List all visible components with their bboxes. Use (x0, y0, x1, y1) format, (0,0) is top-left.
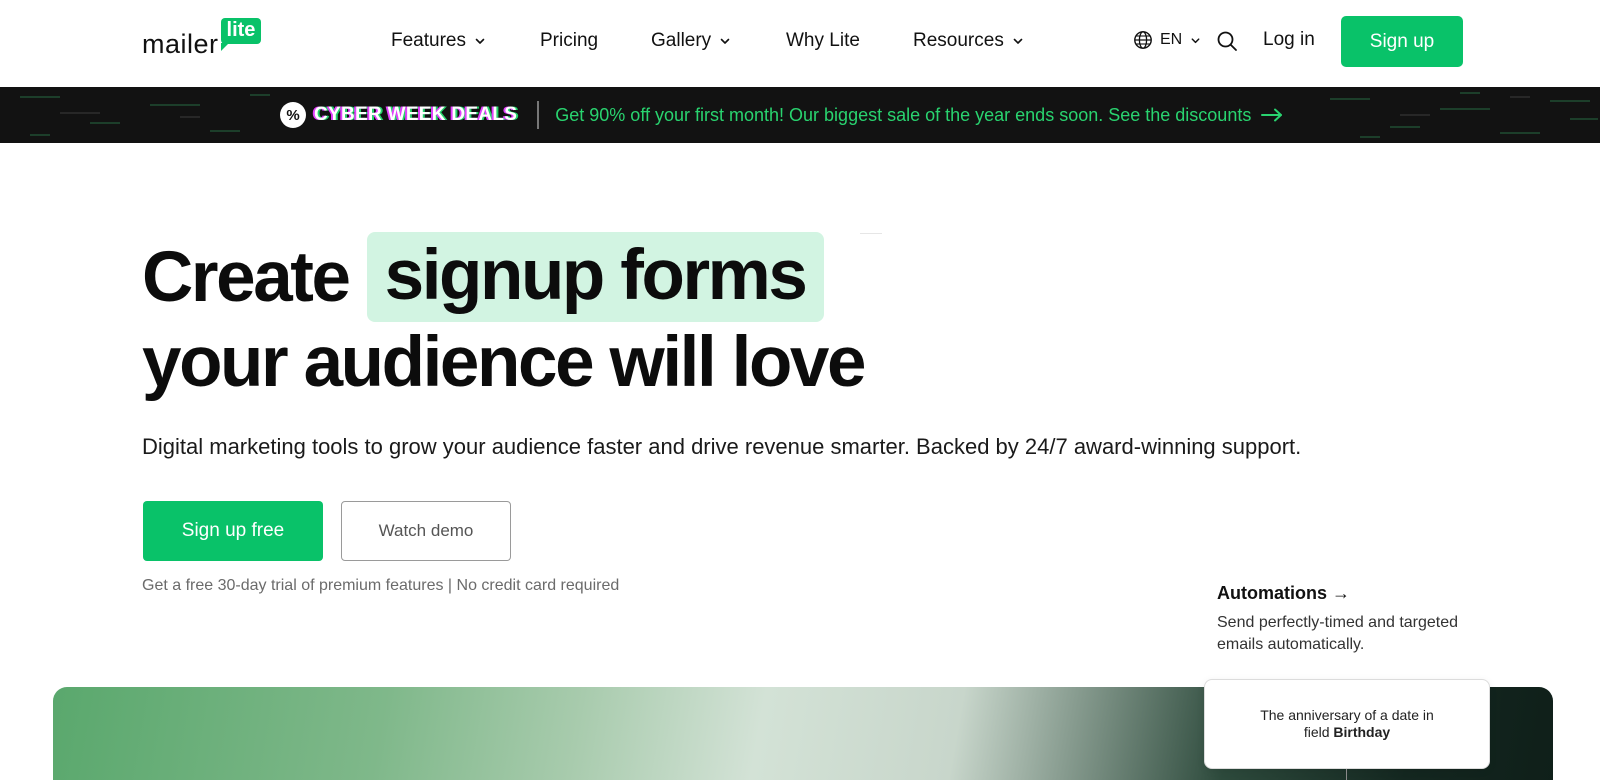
logo-badge: lite (220, 18, 262, 51)
top-navigation-bar: mailer lite Features Pricing Gallery Why… (0, 0, 1600, 87)
automation-trigger-card: The anniversary of a date in field Birth… (1204, 679, 1490, 769)
automations-link[interactable]: Automations → (1217, 583, 1350, 604)
automations-description: Send perfectly-timed and targeted emails… (1217, 614, 1459, 653)
chevron-down-icon (1191, 37, 1200, 43)
language-code: EN (1160, 31, 1183, 48)
nav-item-resources[interactable]: Resources (913, 30, 1024, 52)
hero-heading-highlight: signup forms (366, 232, 824, 322)
chevron-down-icon (720, 38, 730, 44)
chevron-down-icon (1013, 38, 1023, 44)
hero-heading-word: Create (142, 237, 351, 317)
nav-item-label: Why Lite (786, 30, 860, 51)
trigger-field-name: Birthday (1333, 724, 1391, 740)
connector-line (1346, 769, 1347, 780)
login-link[interactable]: Log in (1263, 29, 1315, 51)
nav-item-pricing[interactable]: Pricing (540, 30, 598, 52)
trial-note: Get a free 30-day trial of premium featu… (142, 577, 620, 594)
typing-caret (860, 233, 882, 234)
mailerlite-logo[interactable]: mailer lite (142, 18, 262, 59)
promo-link[interactable]: Get 90% off your first month! Our bigges… (555, 105, 1251, 126)
search-icon[interactable] (1216, 30, 1238, 52)
signup-button[interactable]: Sign up (1341, 16, 1463, 67)
hero-subtitle: Digital marketing tools to grow your aud… (142, 434, 1302, 459)
logo-wordmark: mailer (142, 29, 219, 59)
sign-up-free-button[interactable]: Sign up free (143, 501, 323, 561)
nav-item-why-lite[interactable]: Why Lite (786, 30, 860, 52)
nav-item-label: Resources (913, 30, 1004, 51)
globe-icon (1134, 31, 1152, 49)
hero-heading-line1: Create signup forms (142, 232, 824, 322)
watch-demo-button[interactable]: Watch demo (341, 501, 511, 561)
hero-heading-line2: your audience will love (142, 323, 866, 402)
promo-divider (537, 101, 540, 129)
trigger-field-prefix: field (1303, 724, 1334, 740)
trigger-text-line1: The anniversary of a date in (1260, 707, 1434, 723)
nav-item-label: Features (391, 30, 466, 51)
chevron-down-icon (475, 38, 485, 44)
nav-item-label: Pricing (540, 30, 599, 51)
promo-banner[interactable]: % CYBER WEEK DEALS Get 90% off your firs… (0, 87, 1600, 143)
arrow-right-icon (1261, 108, 1283, 122)
promo-content: % CYBER WEEK DEALS Get 90% off your firs… (280, 101, 1283, 129)
nav-item-gallery[interactable]: Gallery (651, 30, 731, 52)
discount-percent-icon: % (280, 102, 306, 128)
trigger-text-line2: field Birthday (1304, 724, 1390, 741)
nav-item-label: Gallery (651, 30, 712, 51)
language-selector[interactable]: EN (1133, 30, 1201, 50)
nav-item-features[interactable]: Features (391, 30, 486, 52)
promo-title: CYBER WEEK DEALS (314, 104, 518, 125)
